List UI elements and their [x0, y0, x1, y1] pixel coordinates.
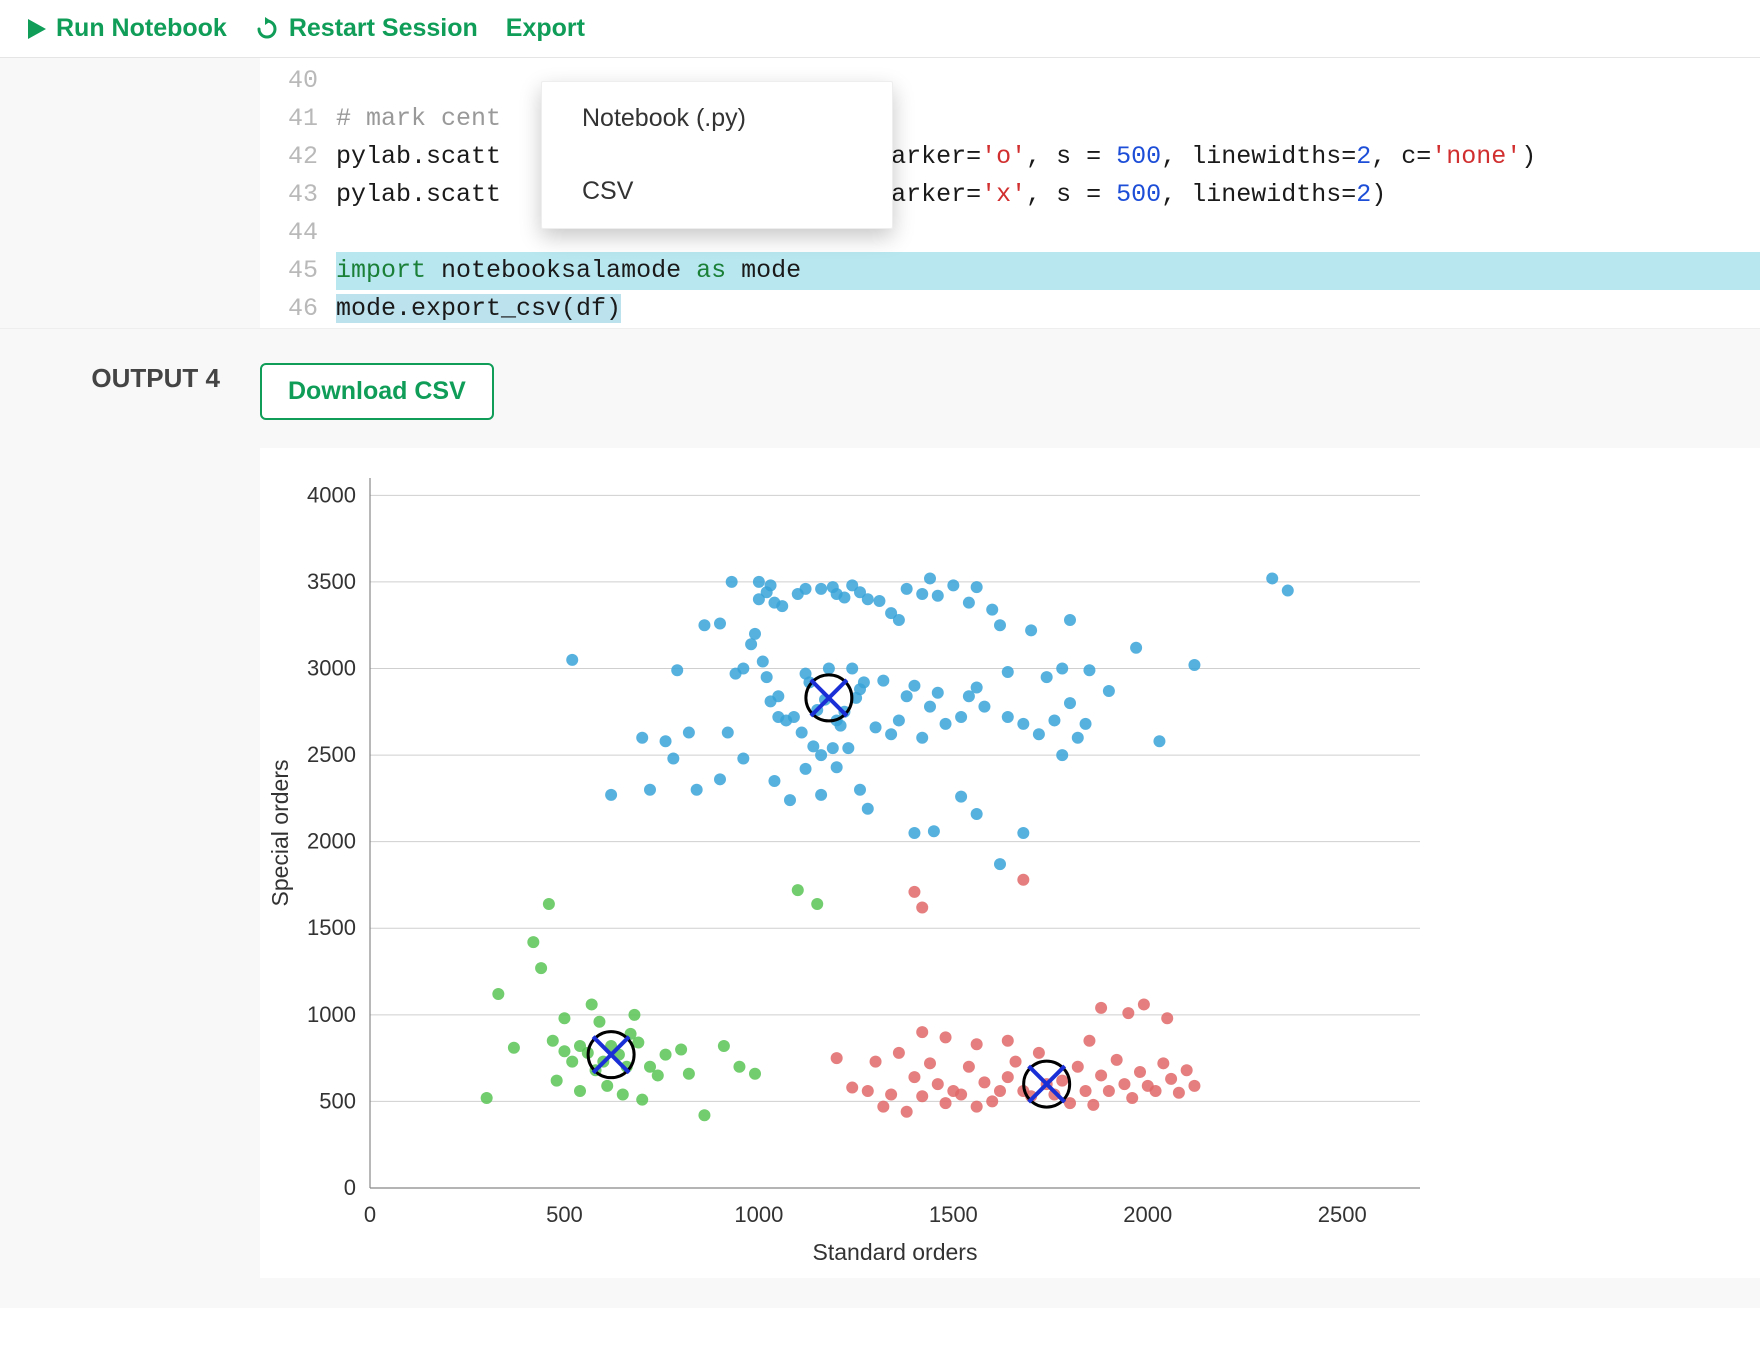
svg-text:1500: 1500 [929, 1202, 978, 1227]
restart-session-label: Restart Session [289, 14, 478, 43]
svg-text:2000: 2000 [307, 829, 356, 854]
export-csv[interactable]: CSV [542, 155, 892, 228]
play-icon [28, 19, 46, 39]
export-button[interactable]: Export [506, 14, 585, 43]
svg-text:Special orders: Special orders [267, 759, 293, 906]
svg-text:2500: 2500 [1318, 1202, 1367, 1227]
svg-text:1000: 1000 [734, 1202, 783, 1227]
svg-text:2500: 2500 [307, 742, 356, 767]
output-label: OUTPUT 4 [0, 363, 260, 1308]
svg-text:1500: 1500 [307, 915, 356, 940]
output-section: OUTPUT 4 Download CSV 0 500 1000 1500 2000 25… [0, 328, 1760, 1308]
output-body: Download CSV 0 500 1000 1500 2000 2500 3000 350… [260, 363, 1760, 1308]
svg-text:500: 500 [546, 1202, 583, 1227]
svg-text:3000: 3000 [307, 655, 356, 680]
export-dropdown: Notebook (.py) CSV [541, 81, 893, 229]
svg-text:3500: 3500 [307, 569, 356, 594]
svg-text:Standard orders: Standard orders [813, 1239, 978, 1265]
export-label: Export [506, 14, 585, 43]
svg-text:4000: 4000 [307, 482, 356, 507]
svg-text:2000: 2000 [1123, 1202, 1172, 1227]
run-notebook-label: Run Notebook [56, 14, 227, 43]
scatter-chart: 0 500 1000 1500 2000 2500 3000 3500 4000 0 500 1000… [260, 448, 1760, 1278]
notebook-toolbar: Run Notebook Restart Session Export [0, 0, 1760, 58]
svg-text:0: 0 [344, 1175, 356, 1200]
download-csv-button[interactable]: Download CSV [260, 363, 494, 420]
content-column: 40414243444546 # mark centpylab.scatt , … [260, 58, 1760, 328]
svg-text:500: 500 [319, 1088, 356, 1113]
code-cell[interactable]: 40414243444546 # mark centpylab.scatt , … [260, 58, 1760, 328]
line-number-gutter: 40414243444546 [260, 62, 336, 328]
restart-session-button[interactable]: Restart Session [255, 14, 478, 43]
restart-icon [255, 17, 279, 41]
run-notebook-button[interactable]: Run Notebook [28, 14, 227, 43]
svg-text:0: 0 [364, 1202, 376, 1227]
left-gutter [0, 58, 260, 328]
export-notebook-py[interactable]: Notebook (.py) [542, 82, 892, 155]
svg-text:1000: 1000 [307, 1002, 356, 1027]
